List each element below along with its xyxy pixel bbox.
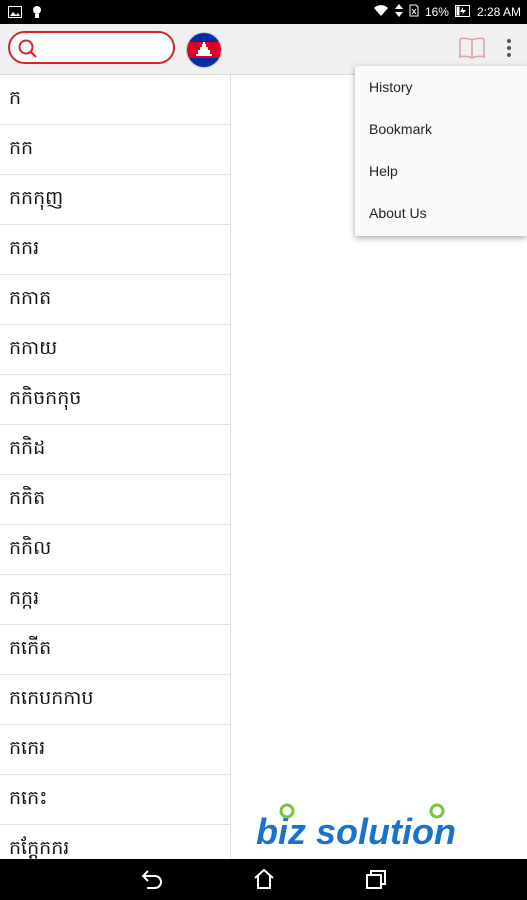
word-list-item[interactable]: កកិចកកុច xyxy=(0,375,230,425)
cambodia-flag-icon[interactable] xyxy=(186,32,222,68)
word-list: កកក កកកុញ កករ កកាត កកាយ កកិចកកុច កកិដ កកិត កកិលក… xyxy=(0,75,231,859)
word-list-item[interactable]: កកើត xyxy=(0,625,230,675)
recent-apps-icon[interactable] xyxy=(364,868,388,894)
wifi-icon xyxy=(373,4,389,20)
menu-item-about-us[interactable]: About Us xyxy=(355,192,527,234)
word-list-item[interactable]: កកាយ xyxy=(0,325,230,375)
status-bar: 16% 2:28 AM xyxy=(0,0,527,24)
search-box[interactable] xyxy=(8,31,175,64)
menu-item-history[interactable]: History xyxy=(355,66,527,108)
clock: 2:28 AM xyxy=(476,5,521,19)
word-list-item[interactable]: កក xyxy=(0,125,230,175)
word-list-item[interactable]: កកេបកកាប xyxy=(0,675,230,725)
word-list-item[interactable]: កកេះ xyxy=(0,775,230,825)
no-sim-icon xyxy=(409,4,419,20)
more-options-icon[interactable] xyxy=(500,36,518,60)
bulb-notification-icon xyxy=(32,5,42,22)
data-transfer-icon xyxy=(394,4,403,20)
overflow-menu: History Bookmark Help About Us xyxy=(355,66,527,236)
gallery-notification-icon xyxy=(8,6,22,21)
word-list-item[interactable]: កករ xyxy=(0,225,230,275)
word-list-item[interactable]: កកេរ xyxy=(0,725,230,775)
search-input[interactable] xyxy=(44,37,168,61)
bookmark-book-icon[interactable] xyxy=(458,36,486,64)
word-list-item[interactable]: កក្តែកករ xyxy=(0,825,230,859)
word-list-item[interactable]: កកាត xyxy=(0,275,230,325)
home-icon[interactable] xyxy=(252,868,276,894)
word-list-item[interactable]: កកកុញ xyxy=(0,175,230,225)
navigation-bar xyxy=(0,859,527,900)
word-list-item[interactable]: កកិត xyxy=(0,475,230,525)
search-icon xyxy=(18,39,38,63)
menu-item-bookmark[interactable]: Bookmark xyxy=(355,108,527,150)
battery-charging-icon xyxy=(454,4,471,20)
word-list-item[interactable]: កកិដ xyxy=(0,425,230,475)
battery-percent: 16% xyxy=(424,5,449,19)
word-list-item[interactable]: កក្ករ xyxy=(0,575,230,625)
word-list-item[interactable]: ក xyxy=(0,75,230,125)
biz-solution-logo: biz solution xyxy=(254,802,504,856)
menu-item-help[interactable]: Help xyxy=(355,150,527,192)
word-list-item[interactable]: កកិល xyxy=(0,525,230,575)
back-icon[interactable] xyxy=(140,868,164,894)
